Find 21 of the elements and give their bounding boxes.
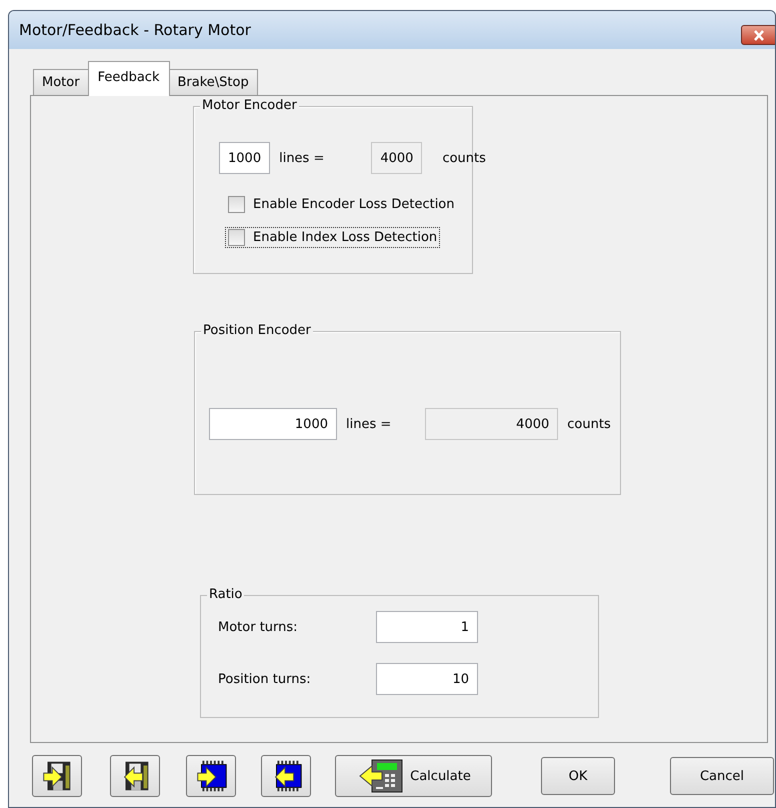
turns-field[interactable]: 10 xyxy=(376,663,478,695)
tab[interactable]: Motor xyxy=(33,69,89,95)
lines-label: lines = xyxy=(279,150,324,166)
lines-label: lines = xyxy=(346,416,392,432)
tab[interactable]: Brake\Stop xyxy=(168,69,258,95)
field-label: Motor turns: xyxy=(218,620,299,634)
dialog-button[interactable]: OK xyxy=(541,757,615,795)
counts-field: 4000 xyxy=(425,408,558,440)
counts-field: 4000 xyxy=(371,142,422,174)
dialog-button[interactable]: Cancel xyxy=(670,757,774,795)
checkbox-option[interactable]: Enable Encoder Loss Detection xyxy=(225,194,458,215)
field-label: Position turns: xyxy=(218,672,312,686)
window-title: Motor/Feedback - Rotary Motor xyxy=(19,21,251,39)
checkbox-option[interactable]: Enable Index Loss Detection xyxy=(225,227,440,248)
tab[interactable]: Feedback xyxy=(88,61,170,96)
lines-field[interactable]: 1000 xyxy=(219,142,270,174)
lines-field[interactable]: 1000 xyxy=(209,408,337,440)
calculate-button[interactable]: Calculate xyxy=(335,755,492,797)
counts-label: counts xyxy=(442,150,486,166)
counts-label: counts xyxy=(567,416,611,432)
turns-field[interactable]: 1 xyxy=(376,611,478,643)
